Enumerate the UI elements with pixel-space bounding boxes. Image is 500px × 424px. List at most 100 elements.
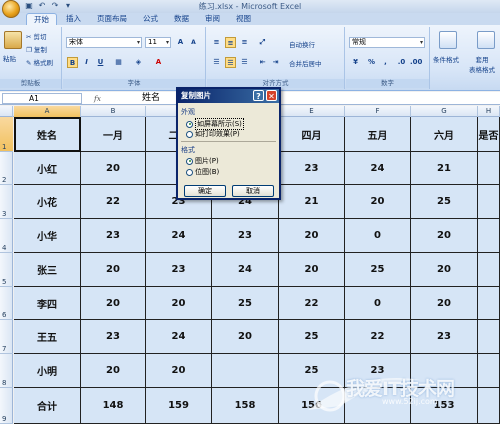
align-bottom-icon[interactable]: ≡ — [239, 37, 250, 48]
data-cell[interactable]: 22 — [345, 320, 411, 354]
name-cell[interactable]: 王五 — [14, 320, 81, 354]
row-header-8[interactable]: 8 — [0, 354, 13, 388]
data-cell[interactable]: 24 — [212, 253, 279, 287]
header-cell[interactable]: 六月 — [411, 117, 478, 152]
data-cell[interactable]: 20 — [81, 152, 146, 185]
name-cell[interactable]: 李四 — [14, 287, 81, 320]
data-cell[interactable] — [478, 219, 500, 253]
data-cell[interactable]: 23 — [146, 253, 212, 287]
data-cell[interactable]: 20 — [411, 219, 478, 253]
decrease-decimal-icon[interactable]: .00 — [410, 57, 422, 68]
column-header-f[interactable]: F — [345, 106, 411, 117]
font-size-combo[interactable]: 11 ▾ — [145, 37, 171, 48]
header-cell[interactable]: 五月 — [345, 117, 411, 152]
data-cell[interactable]: 25 — [212, 287, 279, 320]
paste-icon[interactable] — [4, 31, 22, 49]
data-cell[interactable]: 20 — [81, 253, 146, 287]
help-button[interactable]: ? — [253, 90, 264, 101]
row-header-3[interactable]: 3 — [0, 185, 13, 219]
row-header-4[interactable]: 4 — [0, 219, 13, 253]
tab-page-layout[interactable]: 页面布局 — [90, 13, 134, 25]
align-top-icon[interactable]: ≡ — [211, 37, 222, 48]
number-format-combo[interactable]: 常规 ▾ — [349, 37, 425, 48]
data-cell[interactable]: 20 — [81, 287, 146, 320]
comma-button[interactable]: , — [380, 57, 391, 68]
increase-indent-icon[interactable]: ⇥ — [270, 57, 281, 68]
data-cell[interactable]: 25 — [279, 320, 345, 354]
font-name-combo[interactable]: 宋体 ▾ — [66, 37, 142, 48]
radio-selected-icon[interactable] — [186, 120, 193, 128]
data-cell[interactable]: 25 — [279, 354, 345, 388]
data-cell[interactable]: 23 — [81, 320, 146, 354]
data-cell[interactable] — [478, 287, 500, 320]
row-header-9[interactable]: 9 — [0, 388, 13, 424]
data-cell[interactable]: 24 — [146, 320, 212, 354]
column-header-a[interactable]: A — [14, 106, 81, 117]
align-center-icon[interactable]: ☰ — [225, 57, 236, 68]
data-cell[interactable]: 23 — [279, 152, 345, 185]
data-cell[interactable] — [411, 354, 478, 388]
data-cell[interactable]: 20 — [411, 253, 478, 287]
row-header-5[interactable]: 5 — [0, 253, 13, 287]
data-cell[interactable]: 156 — [279, 388, 345, 424]
office-button[interactable] — [2, 0, 20, 18]
shrink-font-button[interactable]: A — [188, 37, 199, 48]
bold-button[interactable]: B — [67, 57, 78, 68]
data-cell[interactable]: 0 — [345, 287, 411, 320]
decrease-indent-icon[interactable]: ⇤ — [257, 57, 268, 68]
data-cell[interactable] — [212, 354, 279, 388]
orientation-icon[interactable]: ⤢ — [257, 37, 268, 48]
radio-icon[interactable] — [186, 168, 193, 176]
as-printed-option[interactable]: 如打印效果(P) — [186, 129, 240, 139]
header-cell[interactable]: 四月 — [279, 117, 345, 152]
merge-center-button[interactable]: 合并后居中 — [289, 58, 322, 68]
ok-button[interactable]: 确定 — [184, 185, 226, 197]
data-cell[interactable]: 23 — [212, 219, 279, 253]
format-table-icon[interactable] — [477, 31, 495, 49]
data-cell[interactable]: 20 — [411, 287, 478, 320]
data-cell[interactable]: 22 — [279, 287, 345, 320]
data-cell[interactable]: 158 — [212, 388, 279, 424]
data-cell[interactable] — [478, 354, 500, 388]
radio-selected-icon[interactable] — [186, 157, 193, 165]
data-cell[interactable]: 24 — [146, 219, 212, 253]
data-cell[interactable]: 25 — [411, 185, 478, 219]
data-cell[interactable]: 0 — [345, 219, 411, 253]
data-cell[interactable]: 21 — [279, 185, 345, 219]
column-header-e[interactable]: E — [279, 106, 345, 117]
data-cell[interactable] — [478, 152, 500, 185]
grow-font-button[interactable]: A — [175, 37, 186, 48]
data-cell[interactable] — [478, 253, 500, 287]
data-cell[interactable]: 21 — [411, 152, 478, 185]
close-button[interactable]: ✕ — [266, 90, 277, 101]
fill-color-icon[interactable]: ◈ — [133, 57, 144, 68]
data-cell[interactable] — [345, 388, 411, 424]
tab-insert[interactable]: 插入 — [59, 13, 88, 25]
align-middle-icon[interactable]: ≡ — [225, 37, 236, 48]
row-header-1[interactable]: 1 — [0, 117, 13, 152]
header-cell[interactable]: 是否 — [478, 117, 500, 152]
data-cell[interactable]: 23 — [411, 320, 478, 354]
data-cell[interactable]: 20 — [279, 219, 345, 253]
name-cell[interactable]: 小红 — [14, 152, 81, 185]
copy-button[interactable]: ❐ 复制 — [26, 44, 47, 54]
data-cell[interactable]: 20 — [146, 287, 212, 320]
column-header-h[interactable]: H — [478, 106, 500, 117]
tab-view[interactable]: 视图 — [229, 13, 258, 25]
row-header-2[interactable]: 2 — [0, 152, 13, 185]
data-cell[interactable]: 23 — [345, 354, 411, 388]
data-cell[interactable]: 24 — [345, 152, 411, 185]
data-cell[interactable]: 20 — [81, 354, 146, 388]
header-cell[interactable]: 一月 — [81, 117, 146, 152]
paste-button[interactable]: 粘贴 — [3, 53, 16, 63]
format-table-button[interactable]: 套用 表格格式 — [469, 54, 495, 74]
border-icon[interactable]: ▦ — [113, 57, 124, 68]
data-cell[interactable]: 25 — [345, 253, 411, 287]
name-box[interactable]: A1 — [2, 93, 82, 104]
data-cell[interactable]: 22 — [81, 185, 146, 219]
cut-button[interactable]: ✂ 剪切 — [26, 31, 47, 41]
conditional-format-button[interactable]: 条件格式 — [433, 54, 459, 64]
data-cell[interactable] — [478, 388, 500, 424]
data-cell[interactable] — [478, 320, 500, 354]
data-cell[interactable]: 20 — [279, 253, 345, 287]
